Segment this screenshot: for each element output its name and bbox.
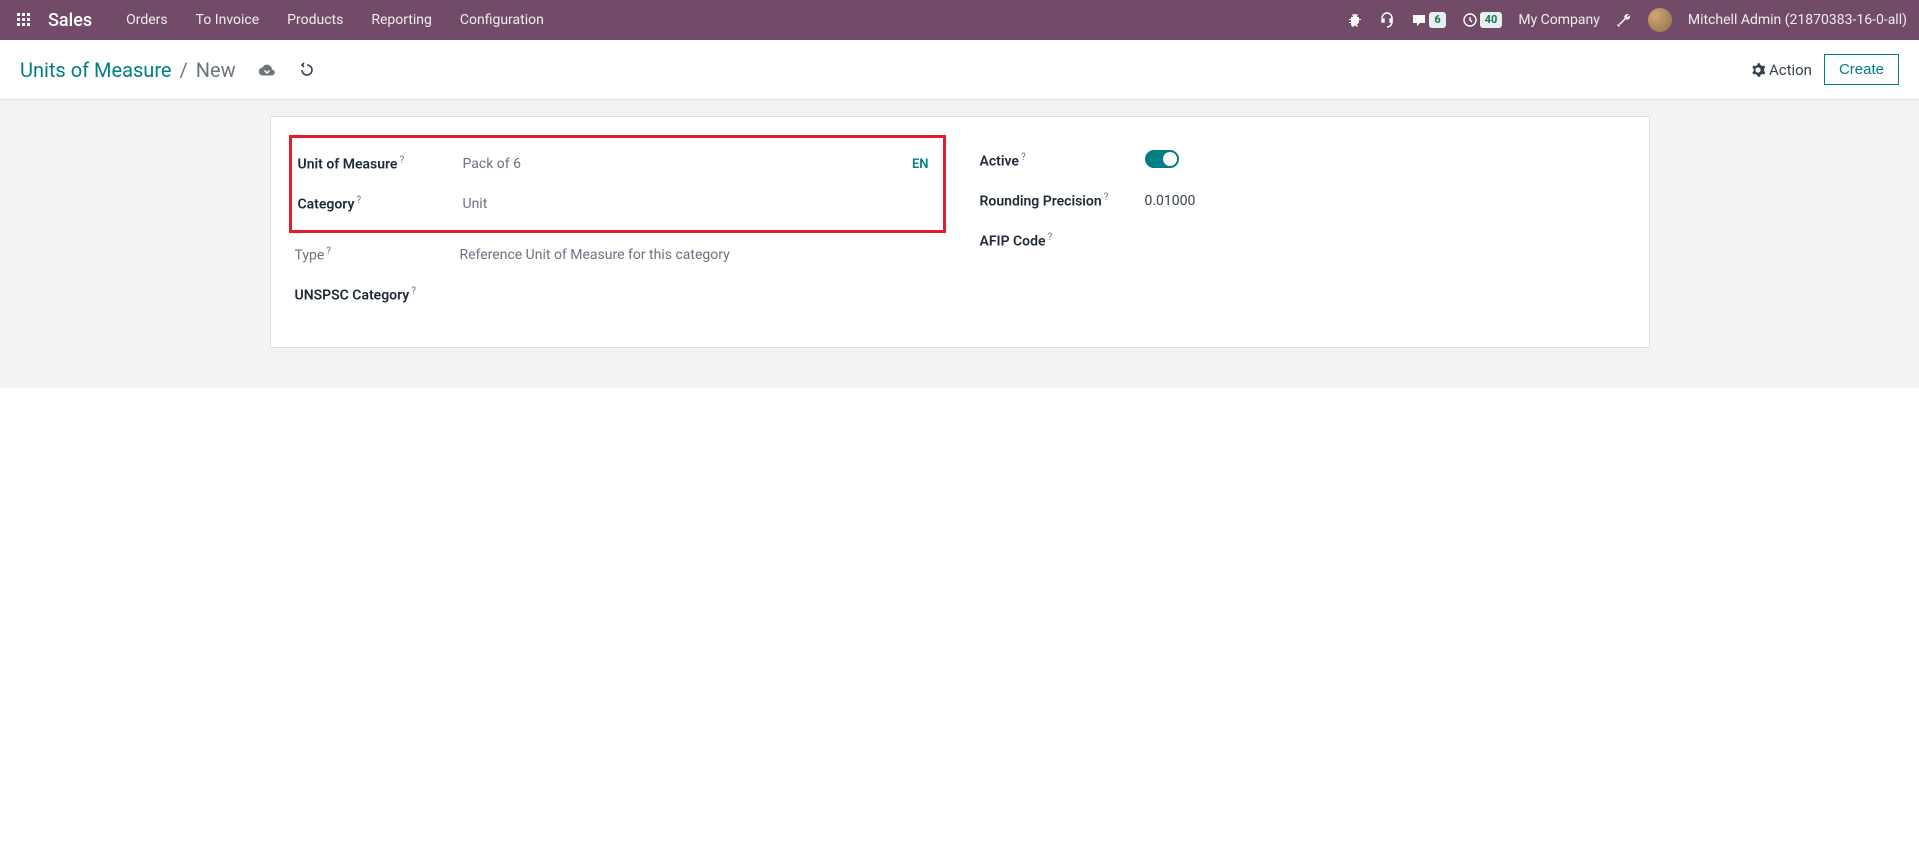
messages-icon[interactable]: 6 bbox=[1411, 12, 1445, 28]
uom-label-text: Unit of Measure bbox=[298, 157, 398, 173]
category-label-text: Category bbox=[298, 197, 355, 213]
nav-reporting[interactable]: Reporting bbox=[357, 0, 446, 40]
active-field bbox=[1145, 150, 1625, 172]
navbar-right: 6 40 My Company Mitchell Admin (21870383… bbox=[1347, 8, 1907, 32]
messages-badge: 6 bbox=[1429, 12, 1445, 28]
form-right-column: Active? Rounding Precision? 0.01000 AFIP… bbox=[980, 141, 1625, 315]
type-row: Type? Reference Unit of Measure for this… bbox=[295, 235, 940, 275]
unspsc-row: UNSPSC Category? bbox=[295, 275, 940, 315]
cloud-save-icon[interactable] bbox=[258, 61, 276, 79]
category-row: Category? Unit bbox=[298, 184, 937, 224]
apps-icon[interactable] bbox=[12, 8, 36, 32]
form-columns: Unit of Measure? Pack of 6 EN Category? … bbox=[295, 141, 1625, 315]
create-button[interactable]: Create bbox=[1824, 54, 1899, 85]
avatar[interactable] bbox=[1648, 8, 1672, 32]
company-switcher[interactable]: My Company bbox=[1518, 12, 1600, 28]
type-field[interactable]: Reference Unit of Measure for this categ… bbox=[460, 247, 940, 263]
uom-row: Unit of Measure? Pack of 6 EN bbox=[298, 144, 937, 184]
type-label: Type? bbox=[295, 246, 460, 264]
highlight-box: Unit of Measure? Pack of 6 EN Category? … bbox=[289, 135, 946, 233]
uom-label: Unit of Measure? bbox=[298, 155, 463, 173]
form-sheet: Unit of Measure? Pack of 6 EN Category? … bbox=[270, 116, 1650, 348]
breadcrumb-parent[interactable]: Units of Measure bbox=[20, 58, 172, 82]
unspsc-label-text: UNSPSC Category bbox=[295, 288, 410, 304]
unspsc-label: UNSPSC Category? bbox=[295, 286, 460, 304]
uom-field[interactable]: Pack of 6 bbox=[463, 156, 912, 172]
help-icon[interactable]: ? bbox=[399, 155, 404, 166]
afip-label-text: AFIP Code bbox=[980, 234, 1046, 250]
rounding-field[interactable]: 0.01000 bbox=[1145, 193, 1625, 209]
category-field[interactable]: Unit bbox=[463, 196, 937, 212]
nav-configuration[interactable]: Configuration bbox=[446, 0, 558, 40]
lang-badge[interactable]: EN bbox=[912, 157, 929, 172]
active-row: Active? bbox=[980, 141, 1625, 181]
bug-icon[interactable] bbox=[1347, 12, 1363, 28]
control-panel: Units of Measure / New Action Create bbox=[0, 40, 1919, 100]
support-icon[interactable] bbox=[1379, 12, 1395, 28]
nav-to-invoice[interactable]: To Invoice bbox=[182, 0, 274, 40]
user-menu[interactable]: Mitchell Admin (21870383-16-0-all) bbox=[1688, 12, 1907, 28]
app-brand[interactable]: Sales bbox=[48, 10, 92, 31]
active-label-text: Active bbox=[980, 154, 1019, 170]
breadcrumb-current: New bbox=[196, 58, 236, 82]
category-label: Category? bbox=[298, 195, 463, 213]
main-navbar: Sales Orders To Invoice Products Reporti… bbox=[0, 0, 1919, 40]
activities-icon[interactable]: 40 bbox=[1462, 12, 1503, 28]
gear-icon bbox=[1751, 63, 1765, 77]
breadcrumb-separator: / bbox=[180, 58, 188, 82]
rounding-label-text: Rounding Precision bbox=[980, 194, 1102, 210]
afip-label: AFIP Code? bbox=[980, 232, 1145, 250]
help-icon[interactable]: ? bbox=[1021, 152, 1026, 163]
rounding-label: Rounding Precision? bbox=[980, 192, 1145, 210]
navbar-left: Sales Orders To Invoice Products Reporti… bbox=[12, 0, 558, 40]
nav-orders[interactable]: Orders bbox=[112, 0, 182, 40]
rounding-row: Rounding Precision? 0.01000 bbox=[980, 181, 1625, 221]
action-dropdown[interactable]: Action bbox=[1751, 61, 1812, 79]
tools-icon[interactable] bbox=[1616, 12, 1632, 28]
form-left-column: Unit of Measure? Pack of 6 EN Category? … bbox=[295, 141, 940, 315]
help-icon[interactable]: ? bbox=[326, 246, 331, 257]
activities-badge: 40 bbox=[1480, 12, 1503, 28]
type-label-text: Type bbox=[295, 248, 325, 264]
control-panel-right: Action Create bbox=[1751, 54, 1899, 85]
active-label: Active? bbox=[980, 152, 1145, 170]
main-content: Unit of Measure? Pack of 6 EN Category? … bbox=[0, 100, 1919, 388]
afip-row: AFIP Code? bbox=[980, 221, 1625, 261]
help-icon[interactable]: ? bbox=[411, 286, 416, 297]
nav-menu: Orders To Invoice Products Reporting Con… bbox=[112, 0, 558, 40]
active-toggle[interactable] bbox=[1145, 150, 1179, 168]
discard-icon[interactable] bbox=[298, 61, 316, 79]
help-icon[interactable]: ? bbox=[1048, 232, 1053, 243]
help-icon[interactable]: ? bbox=[356, 195, 361, 206]
breadcrumb: Units of Measure / New bbox=[20, 58, 316, 82]
help-icon[interactable]: ? bbox=[1104, 192, 1109, 203]
nav-products[interactable]: Products bbox=[273, 0, 357, 40]
action-label: Action bbox=[1769, 61, 1812, 79]
